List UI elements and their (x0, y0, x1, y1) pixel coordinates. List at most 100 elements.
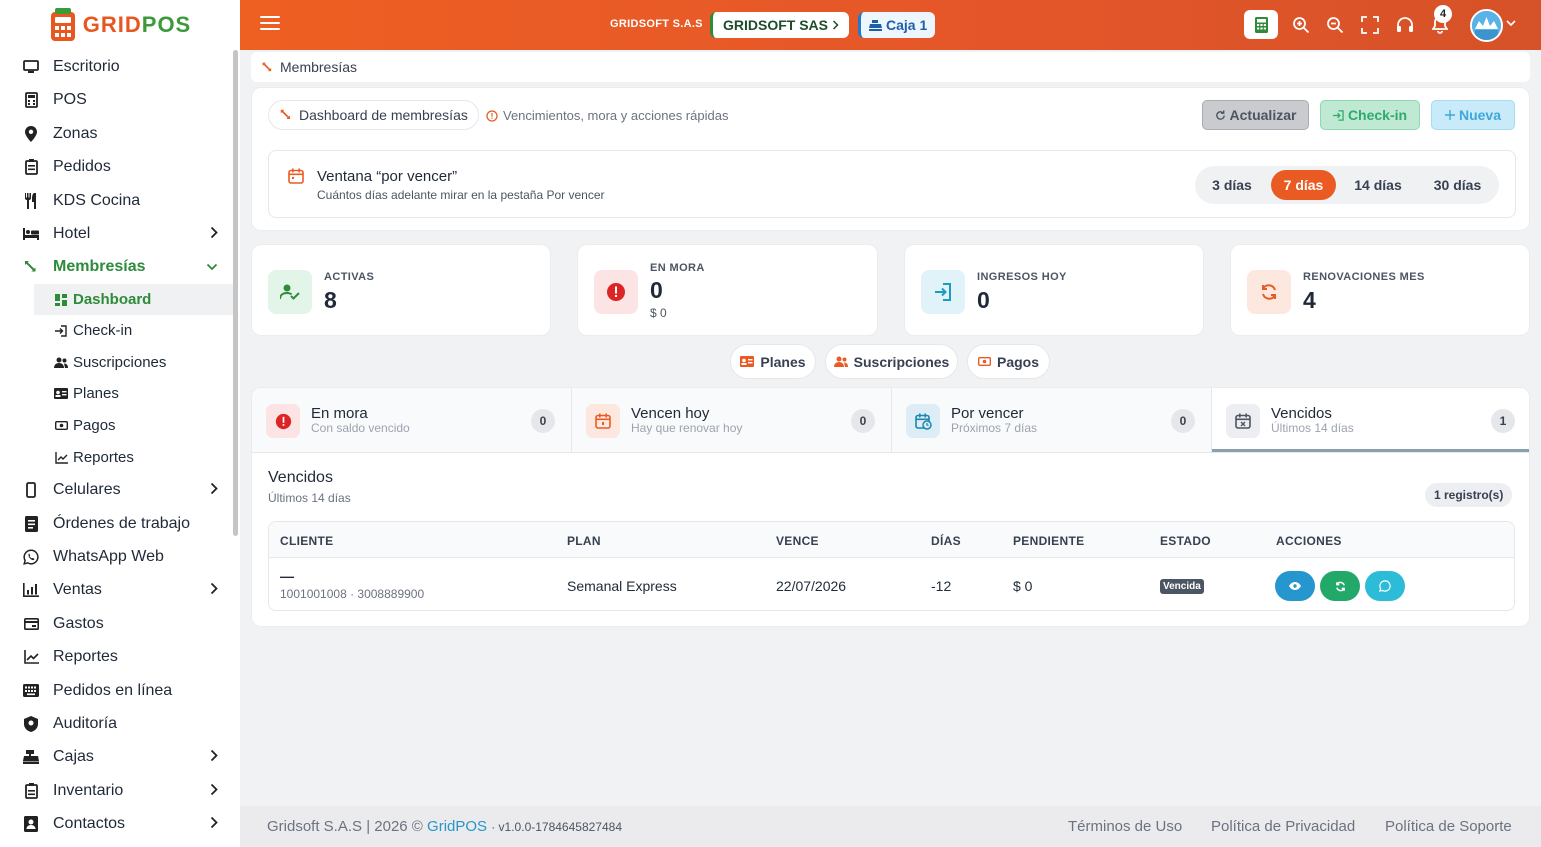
info-icon (486, 109, 498, 122)
users-icon (54, 356, 68, 370)
renew-action-button[interactable] (1320, 571, 1360, 601)
footer-link-terminos[interactable]: Términos de Uso (1068, 818, 1182, 835)
zoom-out-icon[interactable] (1324, 14, 1346, 36)
chevron-right-icon (210, 482, 218, 495)
sync-icon (1335, 581, 1345, 591)
stat-sub: $ 0 (650, 306, 667, 320)
chevron-down-icon[interactable] (1506, 20, 1516, 27)
users-icon (833, 356, 848, 367)
stat-label: INGRESOS HOY (977, 271, 1067, 283)
section-title: Vencidos (268, 469, 333, 486)
tab-por-vencer[interactable]: Por vencer Próximos 7 días 0 (892, 388, 1212, 452)
sidebar-item-kds-cocina[interactable]: KDS Cocina (0, 184, 236, 217)
col-acciones: ACCIONES (1276, 534, 1342, 548)
tab-count: 0 (851, 409, 875, 433)
calendar-clock-icon (906, 404, 940, 438)
col-pendiente: PENDIENTE (1013, 534, 1085, 548)
sidebar-subitem-checkin[interactable]: Check-in (34, 315, 234, 346)
breadcrumb: Membresías (251, 52, 1530, 82)
calendar-x-icon (1226, 404, 1260, 438)
sign-in-icon (1332, 109, 1344, 121)
logo[interactable]: GRIDPOS (0, 0, 240, 50)
map-pin-icon (22, 125, 40, 143)
clipboard-icon (22, 158, 40, 176)
fullscreen-icon[interactable] (1359, 14, 1381, 36)
sidebar-item-escritorio[interactable]: Escritorio (0, 50, 236, 83)
sidebar-item-gastos[interactable]: Gastos (0, 607, 236, 640)
tabs-divider (252, 452, 1529, 453)
company-selector[interactable]: GRIDSOFT SAS (710, 12, 850, 38)
days-option-3[interactable]: 3 días (1199, 170, 1265, 200)
company-name: GRIDSOFT S.A.S (610, 18, 703, 30)
money-icon (977, 357, 991, 366)
sidebar-item-inventario[interactable]: Inventario (0, 774, 236, 807)
sidebar-item-whatsapp[interactable]: WhatsApp Web (0, 540, 236, 573)
tab-vencidos[interactable]: Vencidos Últimos 14 días 1 (1212, 388, 1529, 452)
suscripciones-button[interactable]: Suscripciones (825, 344, 958, 379)
refresh-button[interactable]: Actualizar (1202, 100, 1309, 130)
hamburger-menu-icon[interactable] (260, 15, 280, 31)
days-option-7[interactable]: 7 días (1271, 170, 1336, 200)
status-badge: Vencida (1160, 579, 1204, 594)
new-button[interactable]: Nueva (1431, 100, 1515, 130)
id-card-icon (740, 356, 755, 367)
sidebar-item-cajas[interactable]: Cajas (0, 740, 236, 773)
days-option-30[interactable]: 30 días (1420, 170, 1495, 200)
tab-count: 0 (531, 409, 555, 433)
stat-ingresos-hoy: INGRESOS HOY 0 (904, 244, 1204, 336)
id-card-icon (54, 387, 68, 401)
sidebar-item-reportes[interactable]: Reportes (0, 640, 236, 673)
avatar[interactable] (1470, 9, 1503, 42)
days-option-14[interactable]: 14 días (1342, 170, 1414, 200)
zoom-in-icon[interactable] (1290, 14, 1312, 36)
chevron-right-icon (210, 749, 218, 762)
sidebar-item-membresias[interactable]: Membresías (0, 250, 236, 283)
tab-en-mora[interactable]: En mora Con saldo vencido 0 (252, 388, 572, 452)
checkin-button[interactable]: Check-in (1320, 100, 1420, 130)
sidebar-item-ordenes[interactable]: Órdenes de trabajo (0, 507, 236, 540)
avatar-image (1472, 11, 1501, 40)
sidebar-subitem-planes[interactable]: Planes (34, 378, 234, 409)
col-cliente: CLIENTE (280, 534, 334, 548)
sidebar-subitem-suscripciones[interactable]: Suscripciones (34, 347, 234, 378)
stat-value: 8 (324, 287, 337, 313)
expiry-window-panel: Ventana “por vencer” Cuántos días adelan… (268, 150, 1516, 218)
sidebar-item-contactos[interactable]: Contactos (0, 807, 236, 840)
calculator-logo-icon (50, 8, 75, 41)
footer-link-privacidad[interactable]: Política de Privacidad (1211, 818, 1355, 835)
sidebar-item-celulares[interactable]: Celulares (0, 473, 236, 506)
sidebar-item-pedidos[interactable]: Pedidos (0, 150, 236, 183)
headset-icon[interactable] (1394, 14, 1416, 36)
view-action-button[interactable] (1275, 571, 1315, 601)
sidebar-scrollbar[interactable] (233, 50, 238, 536)
sidebar-item-zonas[interactable]: Zonas (0, 117, 236, 150)
stat-label: ACTIVAS (324, 271, 375, 283)
planes-button[interactable]: Planes (730, 344, 816, 379)
logo-text: GRIDPOS (82, 12, 192, 37)
sidebar-subitem-dashboard[interactable]: Dashboard (34, 284, 234, 315)
tab-vencen-hoy[interactable]: Vencen hoy Hay que renovar hoy 0 (572, 388, 892, 452)
days-segmented-control: 3 días 7 días 14 días 30 días (1195, 166, 1499, 204)
vence-date: 22/07/2026 (776, 578, 847, 594)
dias-value: -12 (931, 578, 952, 594)
work-order-icon (22, 515, 40, 533)
sidebar-item-auditoria[interactable]: Auditoría (0, 707, 236, 740)
bed-icon (22, 225, 40, 243)
sidebar-item-pos[interactable]: POS (0, 83, 236, 116)
sidebar-subitem-pagos[interactable]: Pagos (34, 410, 234, 441)
dashboard-icon (54, 293, 68, 307)
whatsapp-action-button[interactable] (1365, 571, 1405, 601)
footer-link-soporte[interactable]: Política de Soporte (1385, 818, 1512, 835)
calculator-button[interactable] (1244, 10, 1278, 39)
cash-register-icon (22, 748, 40, 766)
sidebar-subitem-reportes[interactable]: Reportes (34, 442, 234, 473)
pagos-button[interactable]: Pagos (967, 344, 1050, 379)
sync-icon (1247, 270, 1291, 314)
plan-name: Semanal Express (567, 578, 677, 594)
sidebar-item-ventas[interactable]: Ventas (0, 573, 236, 606)
sidebar-item-hotel[interactable]: Hotel (0, 217, 236, 250)
caja-selector[interactable]: Caja 1 (858, 12, 936, 38)
footer-brand-link[interactable]: GridPOS (427, 818, 487, 835)
sidebar-item-pedidos-linea[interactable]: Pedidos en línea (0, 674, 236, 707)
alert-circle-icon (266, 404, 300, 438)
